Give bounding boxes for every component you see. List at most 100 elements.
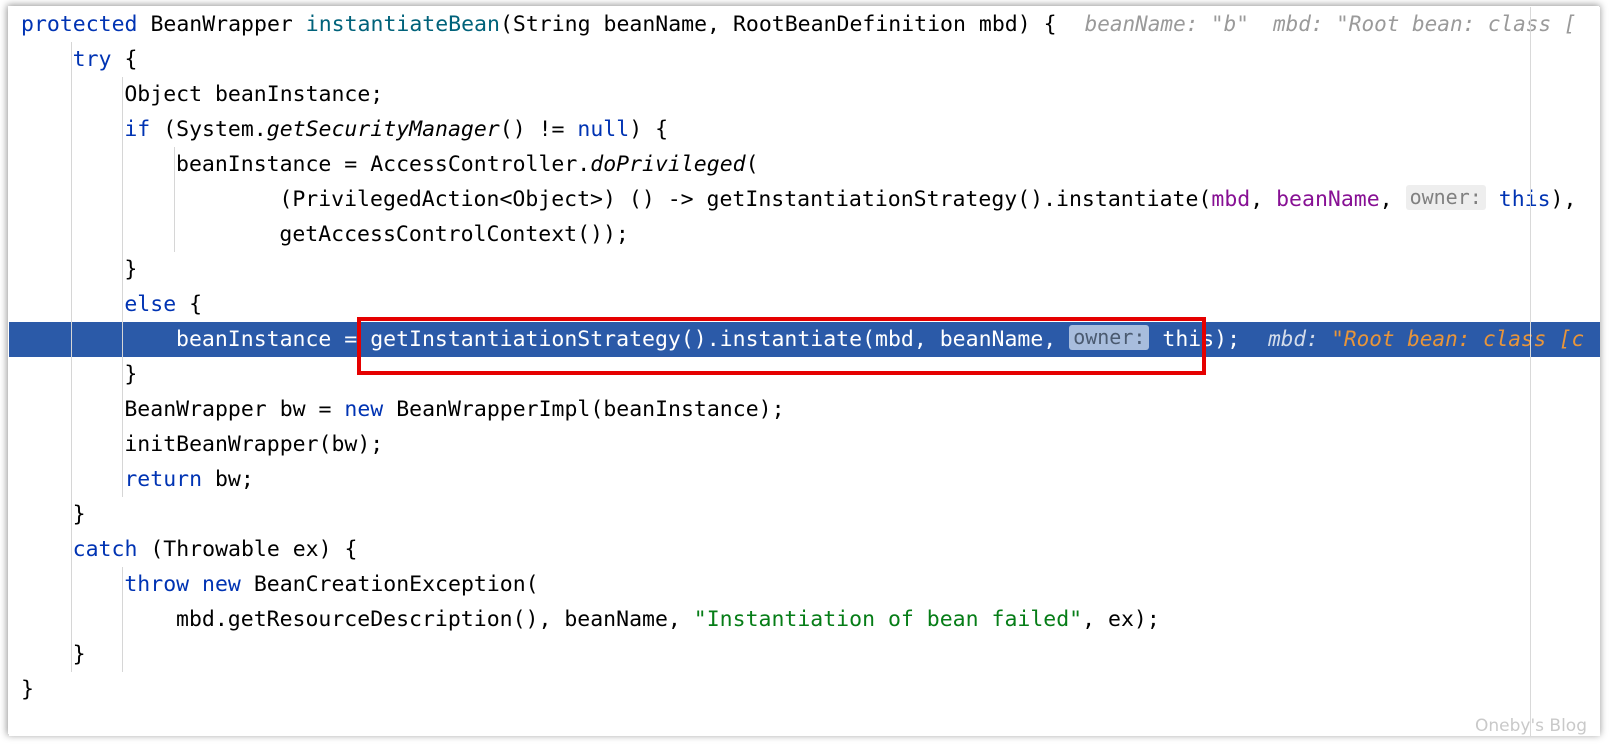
code-line[interactable]: catch (Throwable ex) { bbox=[9, 532, 1600, 567]
code-token: new bbox=[344, 397, 384, 422]
code-token: ( bbox=[745, 152, 759, 177]
code-line[interactable]: return bw; bbox=[9, 462, 1600, 497]
code-token: (Throwable ex) { bbox=[137, 537, 358, 562]
code-line[interactable]: throw new BeanCreationException( bbox=[9, 567, 1600, 602]
code-token: beanInstance = getInstantiationStrategy(… bbox=[176, 327, 1070, 352]
screenshot-root: protected BeanWrapper instantiateBean(St… bbox=[0, 0, 1609, 744]
right-margin-guide bbox=[1530, 7, 1531, 736]
code-line[interactable]: } bbox=[9, 497, 1600, 532]
code-token: ) { bbox=[629, 117, 669, 142]
code-line-text: try { bbox=[9, 47, 138, 72]
code-token: mbd bbox=[1211, 187, 1251, 212]
code-token: catch bbox=[72, 537, 138, 562]
code-line-text: throw new BeanCreationException( bbox=[9, 572, 539, 597]
code-token: try bbox=[72, 47, 112, 72]
code-token: { bbox=[176, 292, 203, 317]
code-line-text: else { bbox=[9, 292, 202, 317]
code-line-text: Object beanInstance; bbox=[9, 82, 383, 107]
code-line[interactable]: } bbox=[9, 357, 1600, 392]
code-token: , bbox=[1250, 187, 1277, 212]
code-line-text: if (System.getSecurityManager() != null)… bbox=[9, 117, 668, 142]
code-token: } bbox=[124, 362, 138, 387]
code-line-text: initBeanWrapper(bw); bbox=[9, 432, 383, 457]
code-line-text: catch (Throwable ex) { bbox=[9, 537, 358, 562]
indent-guide bbox=[122, 567, 124, 672]
parameter-name-hint: owner: bbox=[1069, 325, 1150, 350]
code-line[interactable]: else { bbox=[9, 287, 1600, 322]
code-line-text: } bbox=[9, 362, 137, 387]
code-line-text: } bbox=[9, 642, 86, 667]
code-token: } bbox=[72, 642, 86, 667]
code-token: (String beanName, RootBeanDefinition mbd… bbox=[499, 12, 1057, 37]
code-token: getAccessControlContext()); bbox=[279, 222, 629, 247]
code-token: return bbox=[124, 467, 203, 492]
code-editor[interactable]: protected BeanWrapper instantiateBean(St… bbox=[9, 7, 1600, 736]
code-token: throw bbox=[124, 572, 190, 597]
inline-hint-name: beanName: bbox=[1084, 12, 1211, 36]
code-line-selected[interactable]: beanInstance = getInstantiationStrategy(… bbox=[9, 322, 1600, 357]
code-token: BeanCreationException( bbox=[240, 572, 539, 597]
indent-guide bbox=[70, 42, 72, 672]
code-token: () != bbox=[499, 117, 578, 142]
code-line-text: getAccessControlContext()); bbox=[9, 222, 629, 247]
debugger-inline-hint: mbd: "Root bean: class [c bbox=[1268, 327, 1584, 351]
code-token: ), bbox=[1550, 187, 1577, 212]
parameter-name-hint: owner: bbox=[1405, 185, 1486, 210]
inline-hint-value: "b" bbox=[1211, 12, 1249, 36]
code-line-text: } bbox=[9, 257, 137, 282]
code-token: { bbox=[111, 47, 138, 72]
code-line[interactable]: } bbox=[9, 637, 1600, 672]
code-token: if bbox=[124, 117, 151, 142]
inline-hint-name: mbd: bbox=[1268, 327, 1332, 351]
code-token: (PrivilegedAction<Object>) () -> getInst… bbox=[279, 187, 1212, 212]
code-line-text: mbd.getResourceDescription(), beanName, … bbox=[9, 607, 1160, 632]
code-line[interactable]: getAccessControlContext()); bbox=[9, 217, 1600, 252]
code-line[interactable]: protected BeanWrapper instantiateBean(St… bbox=[9, 7, 1600, 42]
code-token: , bbox=[1379, 187, 1406, 212]
indent-guide bbox=[122, 77, 124, 497]
code-line[interactable]: try { bbox=[9, 42, 1600, 77]
code-token: BeanWrapperImpl(beanInstance); bbox=[383, 397, 785, 422]
code-token: beanName bbox=[1276, 187, 1380, 212]
code-token: "Instantiation of bean failed" bbox=[693, 607, 1083, 632]
code-token: bw; bbox=[202, 467, 254, 492]
code-line[interactable]: initBeanWrapper(bw); bbox=[9, 427, 1600, 462]
code-token: this bbox=[1162, 327, 1215, 352]
code-token: beanInstance = AccessController. bbox=[176, 152, 591, 177]
code-line-text: } bbox=[9, 677, 34, 702]
code-line[interactable]: (PrivilegedAction<Object>) () -> getInst… bbox=[9, 182, 1600, 217]
code-token: mbd.getResourceDescription(), beanName, bbox=[176, 607, 694, 632]
code-line-text: return bw; bbox=[9, 467, 254, 492]
code-line-text: } bbox=[9, 502, 86, 527]
code-token: doPrivileged bbox=[590, 152, 746, 177]
code-line[interactable]: beanInstance = AccessController.doPrivil… bbox=[9, 147, 1600, 182]
code-token: getSecurityManager bbox=[266, 117, 500, 142]
code-token: } bbox=[21, 677, 34, 702]
code-token: ); bbox=[1214, 327, 1241, 352]
inline-hint-value: "Root bean: class [c bbox=[1331, 327, 1585, 351]
code-line-text: protected BeanWrapper instantiateBean(St… bbox=[9, 12, 1057, 37]
code-line[interactable]: Object beanInstance; bbox=[9, 77, 1600, 112]
indent-guide bbox=[174, 147, 176, 252]
code-token: Object beanInstance; bbox=[124, 82, 384, 107]
code-token: BeanWrapper bw = bbox=[124, 397, 345, 422]
code-token: BeanWrapper bbox=[137, 12, 306, 37]
code-line[interactable]: mbd.getResourceDescription(), beanName, … bbox=[9, 602, 1600, 637]
code-line-text: (PrivilegedAction<Object>) () -> getInst… bbox=[9, 185, 1577, 212]
blog-watermark: Oneby's Blog bbox=[1475, 716, 1587, 736]
code-token: , ex); bbox=[1082, 607, 1160, 632]
code-line-text: BeanWrapper bw = new BeanWrapperImpl(bea… bbox=[9, 397, 785, 422]
code-token: } bbox=[124, 257, 138, 282]
code-line[interactable]: } bbox=[9, 252, 1600, 287]
code-token: initBeanWrapper(bw); bbox=[124, 432, 384, 457]
code-line[interactable]: if (System.getSecurityManager() != null)… bbox=[9, 112, 1600, 147]
code-line[interactable]: } bbox=[9, 672, 1600, 707]
code-token: null bbox=[577, 117, 630, 142]
code-token: instantiateBean bbox=[305, 12, 500, 37]
inline-hint-name: mbd: bbox=[1272, 12, 1337, 36]
code-token: else bbox=[124, 292, 177, 317]
code-line[interactable]: BeanWrapper bw = new BeanWrapperImpl(bea… bbox=[9, 392, 1600, 427]
